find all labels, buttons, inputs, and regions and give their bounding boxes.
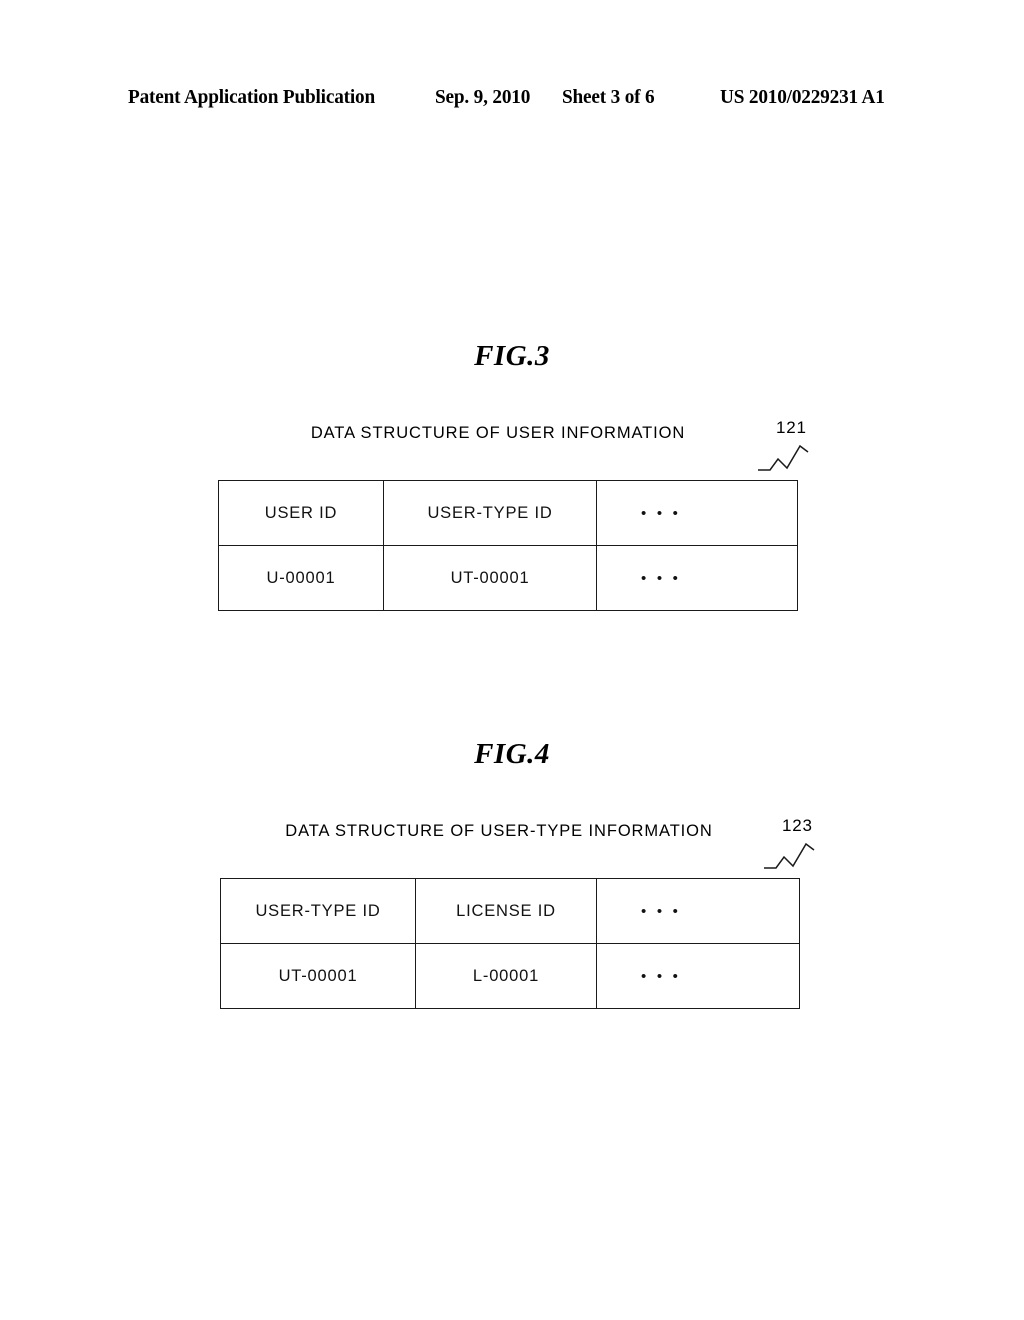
column-header-user-type-id: USER-TYPE ID bbox=[220, 878, 416, 944]
figure-3-reference: 121 bbox=[756, 418, 836, 478]
table-row: U-00001 UT-00001 • • • bbox=[218, 545, 798, 611]
page-header: Patent Application Publication Sep. 9, 2… bbox=[128, 86, 896, 116]
column-header-license-id: LICENSE ID bbox=[415, 878, 597, 944]
cell-user-type-id-value: UT-00001 bbox=[220, 943, 416, 1009]
user-type-information-table: USER-TYPE ID LICENSE ID • • • UT-00001 L… bbox=[220, 878, 800, 1009]
figure-3-label: FIG.3 bbox=[474, 340, 550, 372]
header-sheet-label: Sheet 3 of 6 bbox=[562, 86, 655, 108]
header-patent-number: US 2010/0229231 A1 bbox=[720, 86, 886, 108]
leader-line-icon bbox=[764, 842, 815, 869]
table-header-row: USER ID USER-TYPE ID • • • bbox=[218, 480, 798, 546]
cell-license-id-value: L-00001 bbox=[415, 943, 597, 1009]
figure-4-caption: DATA STRUCTURE OF USER-TYPE INFORMATION bbox=[285, 822, 713, 840]
figure-4-reference: 123 bbox=[762, 816, 842, 876]
header-date-label: Sep. 9, 2010 bbox=[434, 86, 531, 108]
column-header-user-id: USER ID bbox=[218, 480, 384, 546]
leader-line-icon bbox=[758, 444, 809, 471]
column-header-user-type-id: USER-TYPE ID bbox=[383, 480, 597, 546]
column-header-ellipsis: • • • bbox=[596, 878, 800, 944]
column-header-ellipsis: • • • bbox=[596, 480, 798, 546]
user-information-table: USER ID USER-TYPE ID • • • U-00001 UT-00… bbox=[218, 480, 798, 611]
table-header-row: USER-TYPE ID LICENSE ID • • • bbox=[220, 878, 800, 944]
cell-user-id-value: U-00001 bbox=[218, 545, 384, 611]
cell-user-type-id-value: UT-00001 bbox=[383, 545, 597, 611]
figure-4-reference-numeral: 123 bbox=[782, 816, 813, 835]
table-row: UT-00001 L-00001 • • • bbox=[220, 943, 800, 1009]
header-publication-label: Patent Application Publication bbox=[128, 86, 376, 108]
figure-3-reference-numeral: 121 bbox=[776, 418, 807, 437]
cell-ellipsis: • • • bbox=[596, 943, 800, 1009]
figure-3-caption: DATA STRUCTURE OF USER INFORMATION bbox=[310, 424, 686, 442]
cell-ellipsis: • • • bbox=[596, 545, 798, 611]
figure-4-label: FIG.4 bbox=[474, 738, 550, 770]
